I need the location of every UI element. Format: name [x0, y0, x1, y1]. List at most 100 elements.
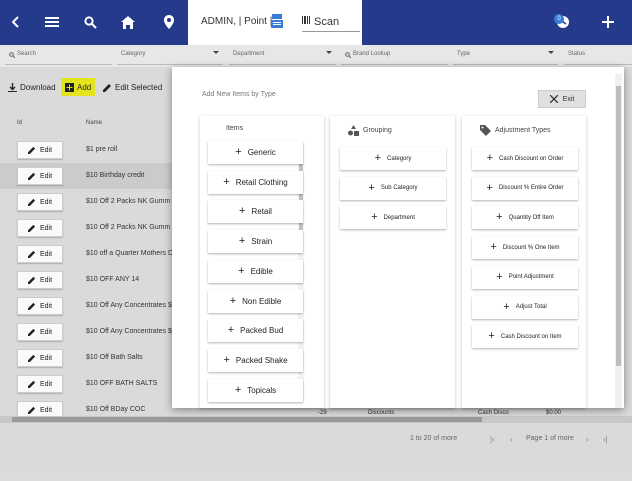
table-row[interactable]: Edit $10 OFF BATH SALTS — [0, 371, 172, 397]
exit-button[interactable]: Exit — [538, 90, 586, 108]
column-header-id[interactable]: Id — [17, 120, 22, 126]
item-label: Topicals — [247, 385, 277, 395]
download-button[interactable]: Download — [8, 78, 56, 96]
pencil-icon — [27, 328, 36, 336]
column-header-name[interactable]: Name — [86, 120, 102, 126]
location-pin-icon[interactable] — [159, 12, 179, 32]
pager-range: 1 to 20 of more — [410, 435, 458, 442]
plus-icon: + — [238, 235, 246, 248]
add-item-type-button[interactable]: + Topicals — [208, 378, 303, 402]
edit-label: Edit — [39, 172, 53, 180]
prev-page-icon[interactable]: ‹ — [510, 435, 513, 444]
items-column: Items + Generic + Retail Clothing + Retail + St… — [200, 116, 324, 408]
row-name: $10 Birthday credit — [86, 172, 145, 179]
edit-row-button[interactable]: Edit — [17, 167, 63, 185]
first-page-icon[interactable]: |‹ — [490, 435, 495, 444]
add-button[interactable]: Add — [61, 78, 96, 96]
table-row[interactable]: Edit $10 Birthday credit — [0, 163, 172, 189]
edit-row-button[interactable]: Edit — [17, 349, 63, 367]
brand-lookup-input[interactable]: Brand Lookup — [341, 45, 448, 65]
table-row[interactable]: Edit $10 off a Quarter Mothers D — [0, 241, 173, 267]
add-adjustment-button[interactable]: + Quantity Off Item — [472, 206, 578, 230]
add-item-type-button[interactable]: + Generic — [208, 141, 303, 164]
table-row[interactable]: Edit $10 OFF ANY 14 — [0, 267, 172, 293]
item-label: Sub Category — [380, 185, 418, 191]
barcode-icon — [302, 16, 310, 24]
add-adjustment-button[interactable]: + Cash Discount on Item — [472, 325, 578, 349]
add-item-type-button[interactable]: + Strain — [208, 230, 303, 254]
menu-icon[interactable] — [42, 12, 62, 32]
add-item-type-button[interactable]: + Packed Shake — [208, 348, 303, 372]
scan-field[interactable]: Scan — [302, 10, 360, 32]
edit-row-button[interactable]: Edit — [17, 375, 63, 393]
close-icon — [549, 95, 558, 103]
add-grouping-button[interactable]: + Department — [340, 206, 446, 229]
user-scan-panel: ADMIN, | Point | Scan — [188, 0, 362, 45]
add-adjustment-button[interactable]: + Discount % Entire Order — [472, 176, 578, 200]
back-chevron-icon[interactable] — [6, 12, 26, 32]
pencil-icon — [27, 380, 36, 388]
next-page-icon[interactable]: › — [586, 435, 589, 444]
category-select[interactable]: Category — [117, 45, 223, 65]
add-box-icon — [65, 82, 74, 92]
item-label: Strain — [251, 237, 273, 247]
horizontal-scrollbar[interactable] — [0, 416, 632, 423]
status-select[interactable]: Status — [564, 45, 632, 65]
add-item-type-button[interactable]: + Retail Clothing — [208, 170, 303, 194]
edit-row-button[interactable]: Edit — [17, 193, 63, 211]
department-select[interactable]: Department — [229, 45, 336, 65]
plus-icon: + — [374, 152, 382, 164]
add-item-type-button[interactable]: + Edible — [208, 259, 303, 283]
edit-row-button[interactable]: Edit — [17, 245, 63, 263]
table-row[interactable]: Edit $10 Off 2 Packs NK Gumm — [0, 189, 172, 215]
category-label: Category — [121, 51, 146, 57]
plus-icon: + — [229, 294, 237, 307]
edit-label: Edit — [39, 250, 53, 258]
status-label: Status — [568, 51, 586, 57]
modal-scrollbar[interactable] — [615, 74, 622, 408]
table-row[interactable]: Edit $10 Off Any Concentrates $ — [0, 293, 172, 319]
add-item-type-button[interactable]: + Non Edible — [208, 289, 303, 313]
search-input[interactable]: Search — [5, 45, 112, 65]
adjustment-header: Adjustment Types — [480, 125, 551, 136]
row-name: $10 OFF BATH SALTS — [86, 380, 158, 387]
edit-selected-button[interactable]: Edit Selected — [103, 78, 162, 96]
add-item-type-button[interactable]: + Packed Bud — [208, 319, 303, 343]
edit-row-button[interactable]: Edit — [17, 219, 63, 237]
plus-icon: + — [235, 146, 242, 158]
home-icon[interactable] — [118, 12, 138, 32]
edit-row-button[interactable]: Edit — [17, 141, 63, 159]
table-row[interactable]: Edit $1 pre roll — [0, 137, 172, 163]
plus-icon: + — [368, 181, 375, 194]
search-icon[interactable] — [80, 12, 100, 32]
chevron-down-icon — [213, 51, 219, 54]
item-label: Edible — [250, 266, 273, 276]
table-row[interactable]: Edit $10 Off Bath Salts — [0, 345, 172, 371]
edit-row-button[interactable]: Edit — [17, 323, 63, 341]
row-name: $10 Off Any Concentrates $ — [86, 328, 172, 335]
item-label: Point Adjustment — [508, 274, 554, 281]
plus-icon[interactable] — [598, 12, 618, 32]
add-item-type-button[interactable]: + Retail — [208, 200, 303, 224]
scrollbar-thumb[interactable] — [12, 417, 482, 422]
add-adjustment-button[interactable]: + Cash Discount on Order — [472, 147, 578, 170]
chevron-down-icon — [548, 51, 554, 54]
type-select[interactable]: Type — [453, 45, 558, 65]
scrollbar-thumb[interactable] — [616, 86, 621, 366]
adjustment-types-column: Adjustment Types + Cash Discount on Order… — [462, 116, 586, 408]
edit-row-button[interactable]: Edit — [17, 271, 63, 289]
add-grouping-button[interactable]: + Sub Category — [340, 176, 446, 200]
edit-row-button[interactable]: Edit — [17, 297, 63, 315]
modal-title: Add New Items by Type — [202, 91, 276, 98]
last-page-icon[interactable]: ›| — [603, 435, 608, 444]
plus-icon: + — [238, 264, 245, 277]
add-adjustment-button[interactable]: + Adjust Total — [472, 295, 578, 319]
row-name: $10 Off Bath Salts — [86, 354, 143, 361]
add-adjustment-button[interactable]: + Discount % One Item — [472, 236, 578, 260]
add-adjustment-button[interactable]: + Point Adjustment — [472, 265, 578, 289]
add-grouping-button[interactable]: + Category — [340, 147, 446, 170]
table-row[interactable]: Edit $10 Off 2 Packs NK Gumm — [0, 215, 172, 241]
table-row[interactable]: Edit $10 Off Any Concentrates $ — [0, 319, 172, 345]
item-label: Discount % One Item — [502, 244, 560, 251]
plus-icon: + — [486, 181, 493, 194]
